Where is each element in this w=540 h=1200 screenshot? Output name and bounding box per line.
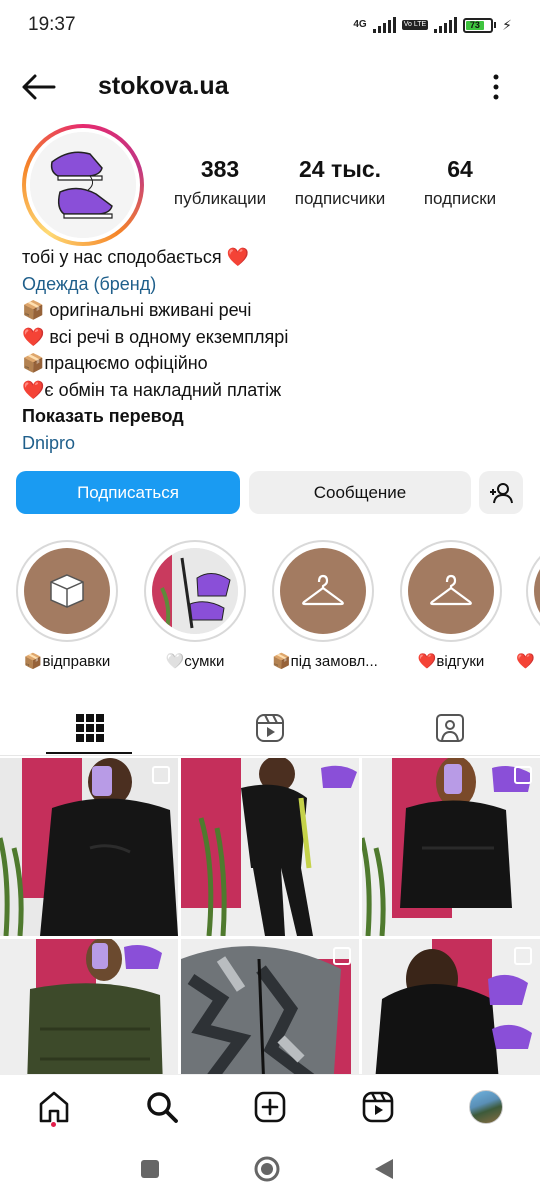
story-highlight[interactable]: 📦відправки — [16, 540, 118, 670]
post-image — [362, 758, 540, 936]
bio-category[interactable]: Одежда (бренд) — [22, 271, 522, 298]
story-highlight-partial[interactable]: ❤️ — [514, 540, 540, 670]
battery-level: 73 — [466, 20, 484, 30]
stat-following[interactable]: 64 подписки — [400, 156, 520, 209]
hanger-icon — [302, 574, 344, 606]
highlight-label: ❤️відгуки — [417, 653, 485, 670]
post-image — [181, 758, 359, 936]
triangle-back-icon — [375, 1159, 393, 1179]
box-icon — [50, 574, 84, 608]
bio-line: 📦 оригінальні вживані речі — [22, 300, 252, 320]
more-options-icon[interactable] — [484, 72, 508, 102]
multi-post-icon — [514, 947, 532, 965]
active-tab-indicator — [46, 752, 132, 754]
post-thumbnail[interactable] — [181, 939, 359, 1074]
tab-tagged[interactable] — [360, 700, 540, 756]
recent-apps-button[interactable] — [133, 1152, 167, 1186]
create-post-icon — [254, 1091, 286, 1123]
profile-stats: 383 публикации 24 тыс. подписчики 64 под… — [160, 156, 520, 209]
profile-tabs — [0, 700, 540, 756]
post-thumbnail[interactable] — [362, 758, 540, 936]
highlight-photo — [152, 548, 238, 634]
highlight-label: 📦відправки — [23, 653, 111, 670]
profile-username: stokova.ua — [98, 72, 229, 100]
story-highlight[interactable]: 🤍сумки — [144, 540, 246, 670]
back-system-button[interactable] — [367, 1152, 401, 1186]
sneaker-logo-icon — [30, 132, 136, 238]
circle-icon — [254, 1156, 280, 1182]
tab-reels[interactable] — [180, 700, 360, 756]
bio-location[interactable]: Dnipro — [22, 430, 522, 457]
tagged-user-icon — [436, 714, 464, 742]
stat-posts-label: публикации — [173, 189, 267, 208]
profile-header: stokova.ua — [0, 62, 540, 112]
story-highlight[interactable]: 📦під замовл... — [272, 540, 378, 670]
signal-icon-2 — [434, 17, 458, 33]
post-thumbnail[interactable] — [0, 939, 178, 1074]
stat-followers[interactable]: 24 тыс. подписчики — [280, 156, 400, 209]
profile-bio: тобі у нас сподобається ❤️ Одежда (бренд… — [22, 244, 522, 456]
stat-posts[interactable]: 383 публикации — [160, 156, 280, 209]
stat-posts-value: 383 — [200, 156, 240, 182]
grid-icon — [76, 714, 104, 742]
bio-line: ❤️є обмін та накладний платіж — [22, 379, 282, 400]
bio-line: 📦працюємо офіційно — [22, 353, 208, 373]
highlight-label: ❤️ — [516, 653, 535, 670]
nav-search[interactable] — [142, 1087, 182, 1127]
signal-icon — [372, 17, 396, 33]
status-bar: 19:37 4G Vo LTE 73 ⚡ — [0, 0, 540, 50]
status-time: 19:37 — [28, 14, 76, 35]
battery-icon: 73 — [463, 17, 497, 33]
multi-post-icon — [333, 947, 351, 965]
nav-profile[interactable] — [466, 1087, 506, 1127]
stat-followers-value: 24 тыс. — [298, 156, 382, 182]
nav-create[interactable] — [250, 1087, 290, 1127]
highlight-label: 🤍сумки — [165, 653, 225, 670]
search-icon — [147, 1092, 178, 1123]
tab-posts-grid[interactable] — [0, 700, 180, 756]
status-icons: 4G Vo LTE 73 ⚡ — [353, 17, 512, 34]
nav-home[interactable] — [34, 1087, 74, 1127]
post-thumbnail[interactable] — [181, 758, 359, 936]
notification-dot — [51, 1122, 56, 1127]
reels-icon — [256, 714, 284, 742]
message-button[interactable]: Сообщение — [249, 471, 471, 514]
nav-reels[interactable] — [358, 1087, 398, 1127]
hanger-icon — [430, 574, 472, 606]
home-system-button[interactable] — [250, 1152, 284, 1186]
volte-badge: Vo LTE — [401, 20, 429, 30]
multi-post-icon — [514, 766, 532, 784]
network-type: 4G — [353, 19, 367, 30]
highlight-label: 📦під замовл... — [272, 653, 378, 670]
back-arrow-icon[interactable] — [20, 72, 56, 102]
posts-grid — [0, 758, 540, 1074]
home-icon — [39, 1091, 69, 1123]
bio-line: ❤️ всі речі в одному екземплярі — [22, 326, 289, 347]
show-translation-link[interactable]: Показать перевод — [22, 403, 522, 430]
stat-following-value: 64 — [447, 156, 473, 182]
follow-button[interactable]: Подписаться — [16, 471, 240, 514]
add-user-icon — [490, 482, 513, 503]
post-thumbnail[interactable] — [0, 758, 178, 936]
reels-icon — [362, 1091, 394, 1123]
story-highlight[interactable]: ❤️відгуки — [400, 540, 502, 670]
post-image — [0, 758, 178, 936]
charging-icon: ⚡ — [502, 16, 512, 33]
bottom-navigation — [0, 1074, 540, 1138]
multi-post-icon — [152, 766, 170, 784]
post-image — [0, 939, 178, 1074]
suggested-users-button[interactable] — [479, 471, 523, 514]
system-navigation — [0, 1138, 540, 1200]
stat-following-label: подписки — [423, 189, 497, 208]
stat-followers-label: подписчики — [294, 189, 386, 208]
profile-avatar-icon — [469, 1090, 503, 1124]
profile-avatar[interactable] — [22, 124, 144, 246]
square-icon — [141, 1160, 159, 1178]
bio-line: тобі у нас сподобається ❤️ — [22, 247, 250, 267]
post-thumbnail[interactable] — [362, 939, 540, 1074]
